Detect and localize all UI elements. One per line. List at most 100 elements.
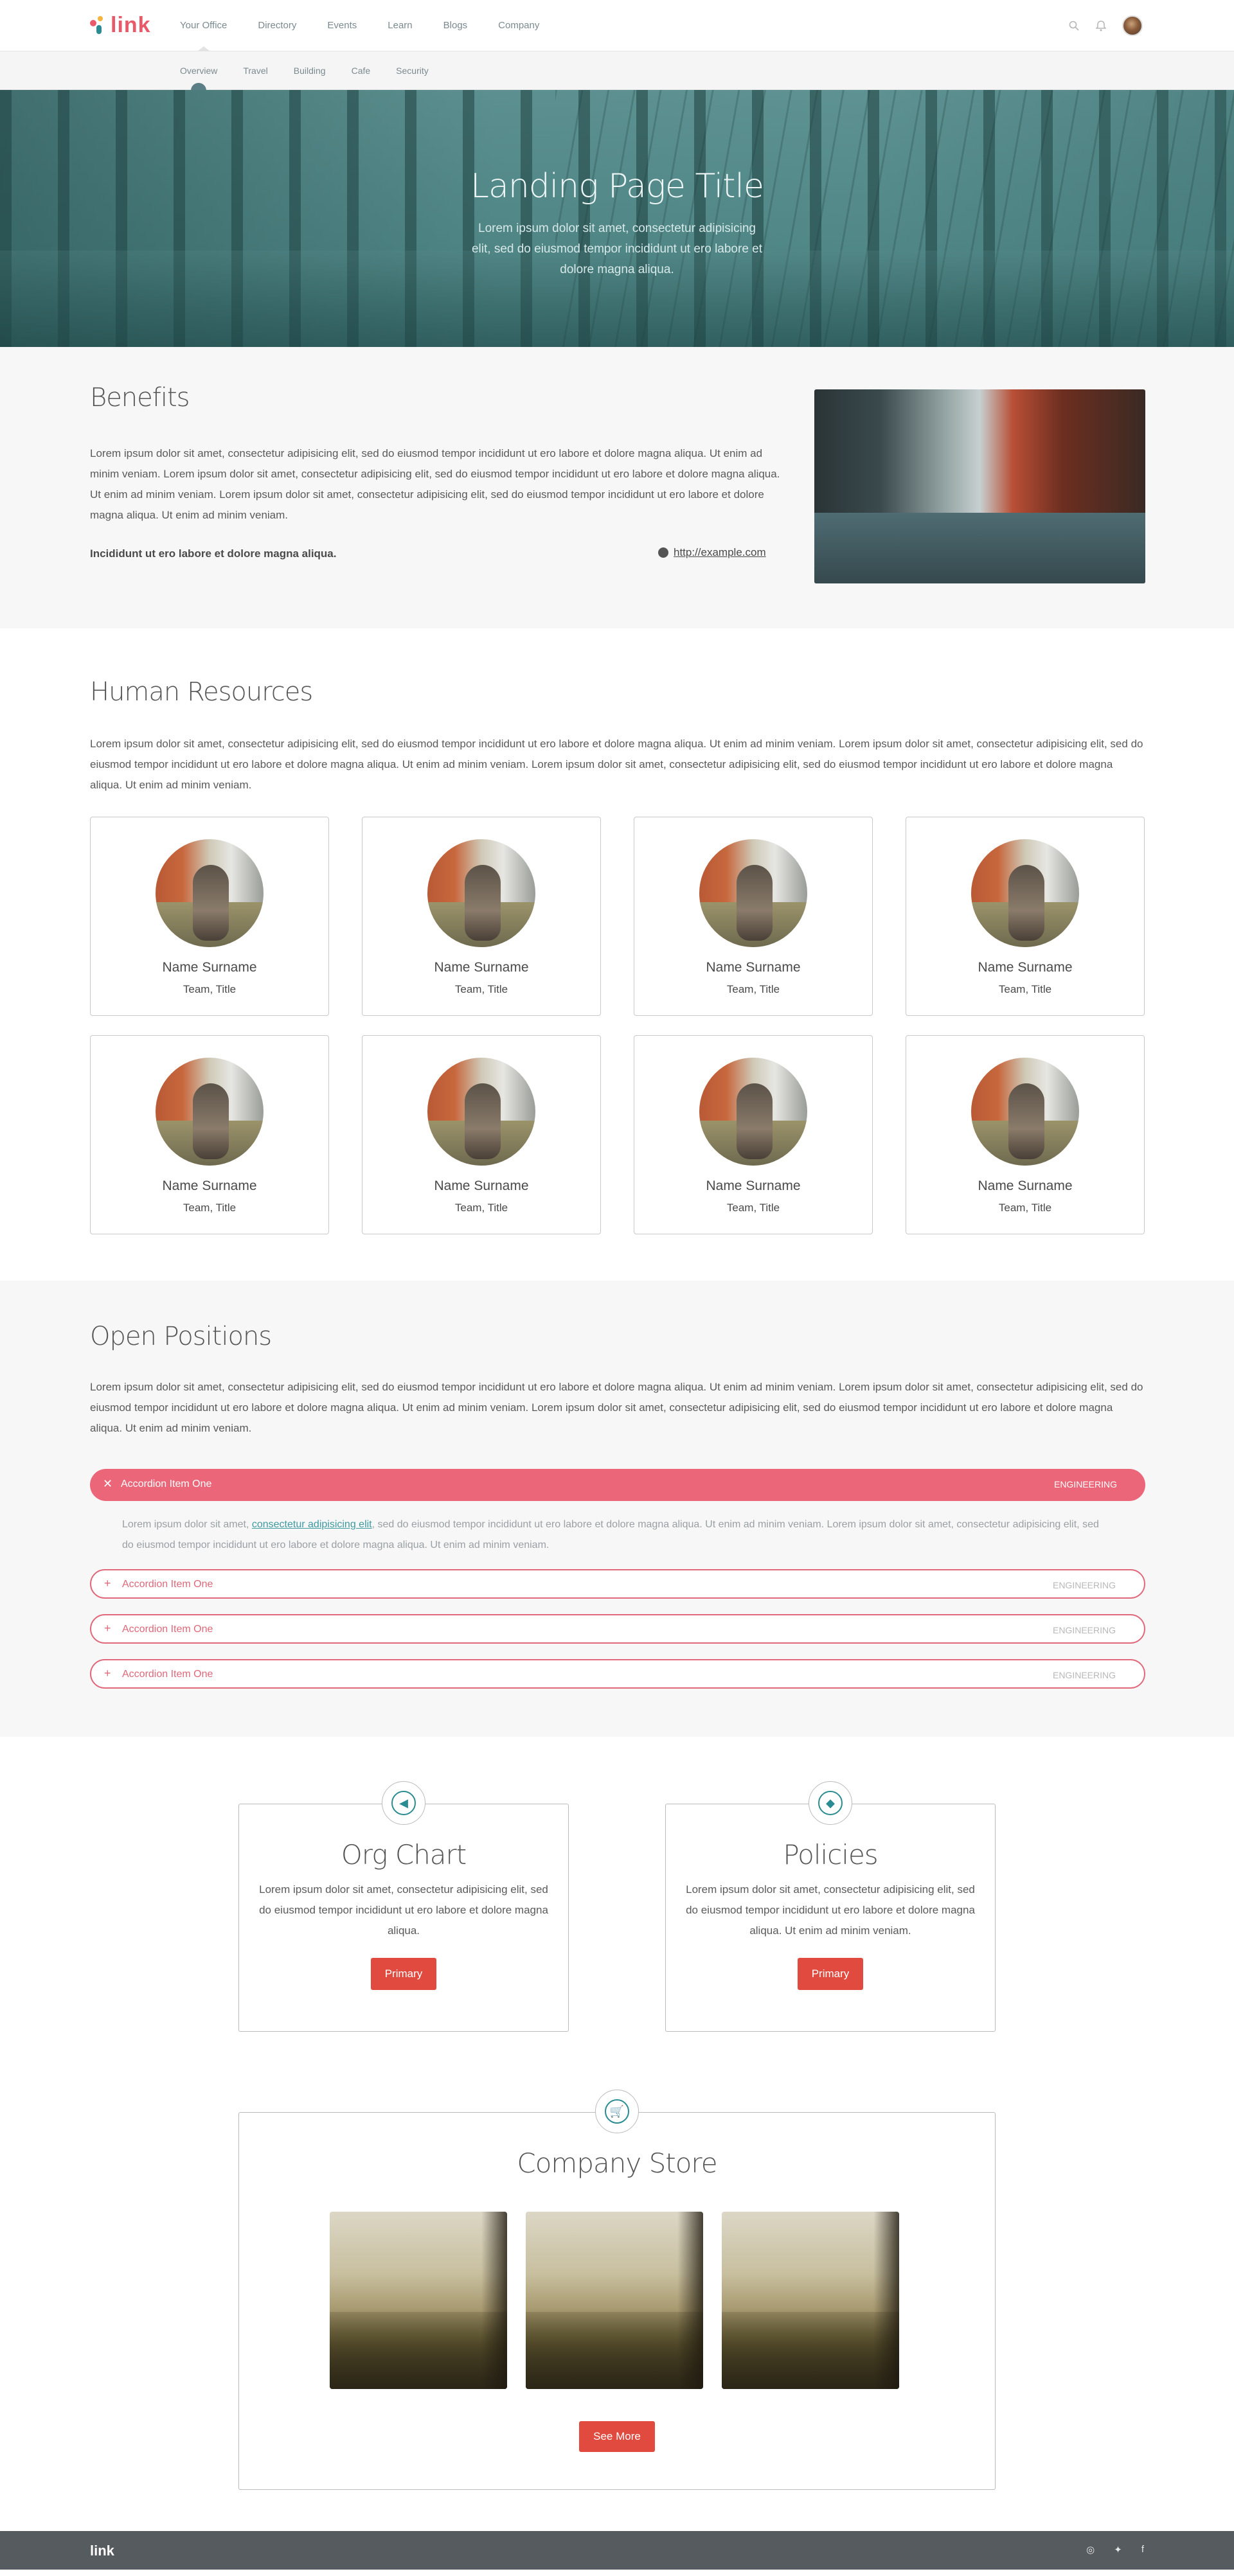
accordion-tag: ENGINEERING bbox=[1052, 1670, 1116, 1680]
twitter-icon[interactable]: ✦ bbox=[1114, 2544, 1122, 2555]
person-card[interactable]: Name Surname Team, Title bbox=[90, 1035, 329, 1234]
plus-icon[interactable]: + bbox=[104, 1622, 111, 1635]
close-icon[interactable]: ✕ bbox=[103, 1477, 112, 1491]
person-title: Team, Title bbox=[998, 1202, 1052, 1214]
person-title: Team, Title bbox=[726, 983, 780, 995]
hero-banner: Landing Page Title Lorem ipsum dolor sit… bbox=[0, 90, 1234, 347]
policies-button[interactable]: Primary bbox=[797, 1958, 864, 1990]
person-name: Name Surname bbox=[434, 960, 529, 975]
hr-text: Lorem ipsum dolor sit amet, consectetur … bbox=[90, 738, 1143, 791]
company-store-card: 🛒 Company Store See More bbox=[238, 2090, 996, 2490]
subnav-cafe[interactable]: Cafe bbox=[352, 51, 371, 90]
org-chart-button[interactable]: Primary bbox=[370, 1958, 437, 1990]
nav-company[interactable]: Company bbox=[498, 0, 539, 51]
accordion-item-open[interactable]: ✕ Accordion Item One ENGINEERING bbox=[90, 1469, 1145, 1501]
top-header: link Your Office Directory Events Learn … bbox=[0, 0, 1234, 51]
nav-learn[interactable]: Learn bbox=[388, 0, 412, 51]
nav-directory[interactable]: Directory bbox=[258, 0, 296, 51]
person-card[interactable]: Name Surname Team, Title bbox=[634, 1035, 873, 1234]
person-name: Name Surname bbox=[706, 1178, 801, 1193]
sub-nav: Overview Travel Building Cafe Security bbox=[0, 51, 1234, 91]
accordion-label: Accordion Item One bbox=[122, 1624, 213, 1635]
search-icon[interactable] bbox=[1068, 20, 1080, 31]
person-title: Team, Title bbox=[183, 1202, 237, 1214]
person-title: Team, Title bbox=[998, 983, 1052, 995]
person-name: Name Surname bbox=[706, 960, 801, 975]
see-more-button[interactable]: See More bbox=[579, 2421, 655, 2452]
person-name: Name Surname bbox=[434, 1178, 529, 1193]
accordion-tag: ENGINEERING bbox=[1052, 1625, 1116, 1635]
benefits-section: Benefits Lorem ipsum dolor sit amet, con… bbox=[0, 347, 1234, 628]
store-product-image[interactable] bbox=[722, 2212, 899, 2389]
benefits-highlight: Incididunt ut ero labore et dolore magna… bbox=[90, 547, 337, 560]
policies-card: ◆ Policies Lorem ipsum dolor sit amet, c… bbox=[665, 1781, 996, 2032]
person-photo bbox=[156, 1058, 264, 1166]
hero-title: Landing Page Title bbox=[470, 167, 764, 206]
person-photo bbox=[427, 839, 535, 947]
subnav-travel[interactable]: Travel bbox=[243, 51, 267, 90]
accordion-item[interactable]: + Accordion Item One ENGINEERING bbox=[90, 1569, 1145, 1599]
person-name: Name Surname bbox=[162, 1178, 257, 1193]
facebook-icon[interactable]: f bbox=[1141, 2544, 1144, 2555]
cart-icon: 🛒 bbox=[605, 2099, 629, 2124]
accordion-label: Accordion Item One bbox=[122, 1579, 213, 1590]
store-title: Company Store bbox=[517, 2147, 717, 2179]
person-title: Team, Title bbox=[726, 1202, 780, 1214]
plus-icon[interactable]: + bbox=[104, 1577, 111, 1590]
person-photo bbox=[971, 839, 1079, 947]
nav-your-office[interactable]: Your Office bbox=[180, 0, 227, 51]
org-chart-card: ◀ Org Chart Lorem ipsum dolor sit amet, … bbox=[238, 1781, 569, 2032]
nav-events[interactable]: Events bbox=[327, 0, 357, 51]
street-image bbox=[814, 389, 1145, 583]
accordion-tag: ENGINEERING bbox=[1053, 1479, 1117, 1489]
logo-text: link bbox=[111, 13, 151, 37]
person-card[interactable]: Name Surname Team, Title bbox=[362, 1035, 601, 1234]
accordion-content: Lorem ipsum dolor sit amet, consectetur … bbox=[122, 1519, 1099, 1550]
person-card[interactable]: Name Surname Team, Title bbox=[906, 817, 1145, 1016]
graduation-cap-icon: ◆ bbox=[818, 1791, 843, 1815]
person-card[interactable]: Name Surname Team, Title bbox=[906, 1035, 1145, 1234]
subnav-overview[interactable]: Overview bbox=[180, 51, 217, 91]
benefits-text: Lorem ipsum dolor sit amet, consectetur … bbox=[90, 447, 780, 521]
person-card[interactable]: Name Surname Team, Title bbox=[362, 817, 601, 1016]
policies-text: Lorem ipsum dolor sit amet, consectetur … bbox=[686, 1883, 975, 1937]
accordion-label: Accordion Item One bbox=[121, 1479, 212, 1489]
org-chart-text: Lorem ipsum dolor sit amet, consectetur … bbox=[259, 1883, 548, 1937]
person-photo bbox=[971, 1058, 1079, 1166]
megaphone-icon: ◀ bbox=[391, 1791, 416, 1815]
benefits-title: Benefits bbox=[90, 383, 190, 413]
nav-blogs[interactable]: Blogs bbox=[443, 0, 468, 51]
person-name: Name Surname bbox=[162, 960, 257, 975]
accordion-label: Accordion Item One bbox=[122, 1669, 213, 1680]
resources-section: ◀ Org Chart Lorem ipsum dolor sit amet, … bbox=[0, 1737, 1234, 2531]
store-product-image[interactable] bbox=[330, 2212, 507, 2389]
positions-title: Open Positions bbox=[90, 1322, 272, 1351]
plus-icon[interactable]: + bbox=[104, 1667, 111, 1680]
people-grid: Name Surname Team, Title Name Surname Team… bbox=[90, 817, 1145, 1234]
human-resources-section: Human Resources Lorem ipsum dolor sit am… bbox=[0, 628, 1234, 1281]
store-product-image[interactable] bbox=[526, 2212, 703, 2389]
footer-logo[interactable]: link bbox=[90, 2543, 114, 2559]
person-card[interactable]: Name Surname Team, Title bbox=[634, 817, 873, 1016]
accordion-tag: ENGINEERING bbox=[1052, 1580, 1116, 1590]
logo[interactable]: link bbox=[90, 13, 151, 38]
accordion-item[interactable]: + Accordion Item One ENGINEERING bbox=[90, 1614, 1145, 1644]
person-title: Team, Title bbox=[183, 983, 237, 995]
bell-icon[interactable] bbox=[1095, 20, 1107, 31]
avatar[interactable] bbox=[1122, 15, 1143, 36]
org-chart-title: Org Chart bbox=[341, 1839, 467, 1870]
person-photo bbox=[699, 1058, 807, 1166]
person-title: Team, Title bbox=[454, 983, 508, 995]
hr-title: Human Resources bbox=[90, 677, 313, 707]
accordion-item[interactable]: + Accordion Item One ENGINEERING bbox=[90, 1659, 1145, 1689]
person-title: Team, Title bbox=[454, 1202, 508, 1214]
person-photo bbox=[699, 839, 807, 947]
hero-subtitle: Lorem ipsum dolor sit amet, consectetur … bbox=[471, 222, 763, 276]
globe-icon bbox=[658, 547, 668, 558]
accordion-content-link[interactable]: consectetur adipisicing elit bbox=[252, 1519, 372, 1530]
person-card[interactable]: Name Surname Team, Title bbox=[90, 817, 329, 1016]
subnav-building[interactable]: Building bbox=[294, 51, 326, 90]
instagram-icon[interactable]: ◎ bbox=[1086, 2544, 1095, 2555]
benefits-link[interactable]: http://example.com bbox=[674, 546, 766, 559]
subnav-security[interactable]: Security bbox=[396, 51, 429, 90]
